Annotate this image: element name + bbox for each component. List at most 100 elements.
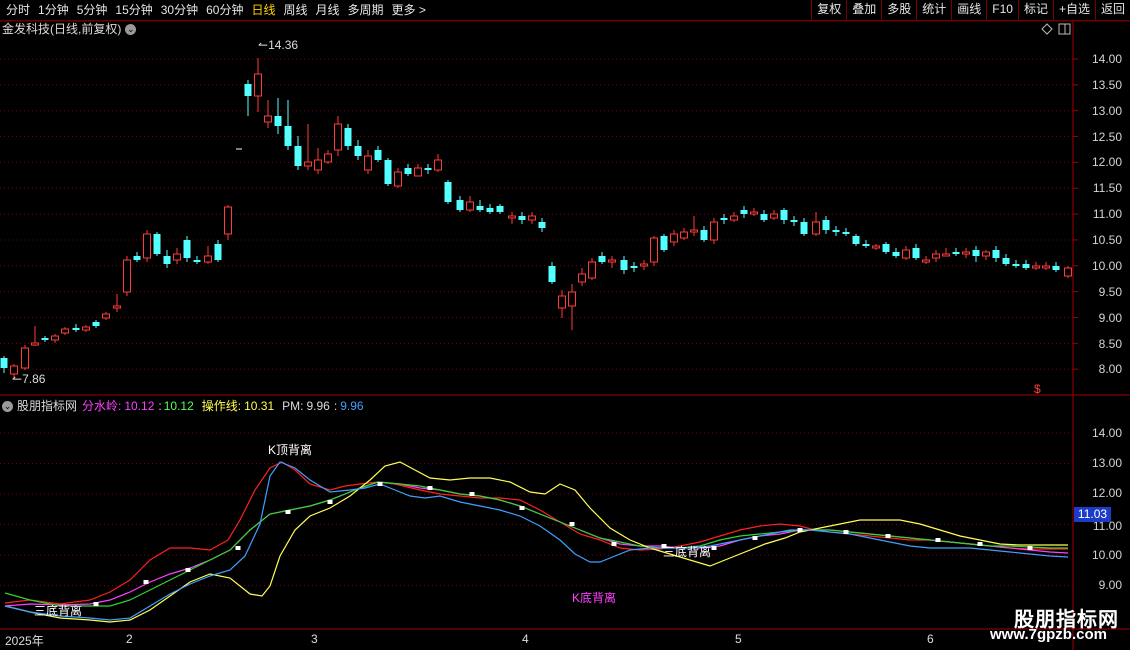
date-tick: 2025年 [5, 634, 44, 648]
candle-body [244, 84, 252, 96]
candle-body [640, 263, 648, 267]
candle-body [294, 146, 302, 166]
candle-body [1012, 264, 1020, 266]
candle-body [962, 251, 970, 255]
indicator-tick: 13.00 [1091, 456, 1122, 470]
indicator-marker [611, 542, 617, 546]
price-tick: 9.50 [1098, 285, 1122, 299]
pm-label: PM: [282, 399, 304, 413]
candle-body [82, 326, 90, 331]
indicator-marker [935, 538, 941, 542]
indicator-marker [285, 510, 291, 514]
indicator-header: ⌄ 股朋指标网 分水岭: 10.12 : 10.12 操作线: 10.31 PM… [2, 398, 364, 414]
candle-body [862, 244, 870, 246]
candle-body [61, 328, 69, 334]
grid [0, 20, 1130, 650]
indicator-green-line [4, 481, 1068, 607]
candle-body [274, 116, 282, 126]
candle-body [568, 291, 576, 307]
indicator-marker [185, 568, 191, 572]
low-price-label: ↼7.86 [12, 372, 46, 386]
indicator-marker [797, 528, 803, 532]
indicator-tick: 10.00 [1091, 548, 1122, 562]
candle-body [548, 266, 556, 282]
candle-body [476, 206, 484, 210]
candle-body [902, 249, 910, 259]
indicator-marker [327, 500, 333, 504]
candle-body [354, 146, 362, 156]
candle-body [1042, 265, 1050, 269]
candle-body [314, 159, 322, 171]
diamond-icon[interactable] [1041, 23, 1053, 35]
date-tick: 6 [927, 632, 934, 646]
candle-body [51, 335, 59, 341]
price-tick: 14.00 [1091, 52, 1122, 66]
candle-body [780, 210, 788, 220]
indicator-marker [377, 482, 383, 486]
candle-body [224, 206, 232, 235]
price-tick: 11.00 [1092, 207, 1122, 221]
candle-body [123, 259, 131, 293]
price-gridlines [0, 58, 1078, 370]
candle-body [578, 273, 586, 283]
candle-body [852, 236, 860, 244]
candle-body [466, 201, 474, 211]
candle-body [700, 230, 708, 240]
candle-body [153, 234, 161, 254]
stock-chart[interactable] [0, 0, 1130, 650]
pm-value-2: 9.96 [340, 399, 364, 413]
candle-body [163, 256, 171, 264]
fsl-label: 分水岭: [82, 399, 122, 413]
candle-body [872, 245, 880, 249]
indicator-marker [1027, 546, 1033, 550]
price-tick: 13.50 [1091, 78, 1122, 92]
price-tick: 8.00 [1098, 362, 1122, 376]
indicator-name: 股朋指标网 [17, 399, 78, 413]
candle-body [204, 255, 212, 263]
price-tick: 13.00 [1091, 104, 1122, 118]
candle-body [770, 213, 778, 219]
candle-body [113, 305, 121, 309]
chevron-down-icon[interactable]: ⌄ [2, 400, 13, 412]
price-tick: 8.50 [1098, 337, 1122, 351]
candle-body [434, 159, 442, 171]
candle-body [92, 322, 100, 326]
candle-body [832, 230, 840, 232]
candle-body [374, 150, 382, 160]
indicator-marker [427, 486, 433, 490]
candle-body [304, 161, 312, 167]
candle-body [598, 256, 606, 262]
price-tick: 12.00 [1091, 155, 1122, 169]
triple-bottom-divergence-label: 三底背离 [34, 604, 83, 618]
czx-label: 操作线: [201, 399, 242, 413]
indicator-tick: 14.00 [1091, 426, 1122, 440]
candle-body [932, 253, 940, 259]
candle-body [456, 200, 464, 210]
candle-body [620, 260, 628, 270]
fsl-value-2: 10.12 [163, 399, 194, 413]
indicator-marker [519, 506, 525, 510]
chevron-down-icon[interactable]: ⌄ [125, 23, 137, 35]
price-tick: 10.00 [1091, 259, 1122, 273]
candle-body [414, 167, 422, 177]
date-tick: 2 [126, 632, 133, 646]
candle-body [1052, 266, 1060, 270]
candle-body [264, 115, 272, 123]
high-price-label: ↼14.36 [258, 38, 299, 52]
candle-body [518, 216, 526, 220]
indicator-tick: 12.00 [1091, 486, 1122, 500]
price-tick: 12.50 [1091, 130, 1122, 144]
candle-body [424, 168, 432, 170]
stock-title: 金发科技(日线,前复权) [2, 22, 122, 36]
candle-body [690, 229, 698, 233]
candle-body [650, 237, 658, 263]
candle-body [344, 128, 352, 146]
window-icons [1041, 23, 1071, 35]
indicator-pm-line [4, 461, 1069, 621]
candle-body [892, 252, 900, 256]
candle-body [384, 160, 392, 184]
fsl-separator: : [158, 399, 162, 413]
candle-body [942, 253, 950, 257]
candle-body [538, 222, 546, 228]
candle-body [882, 244, 890, 252]
